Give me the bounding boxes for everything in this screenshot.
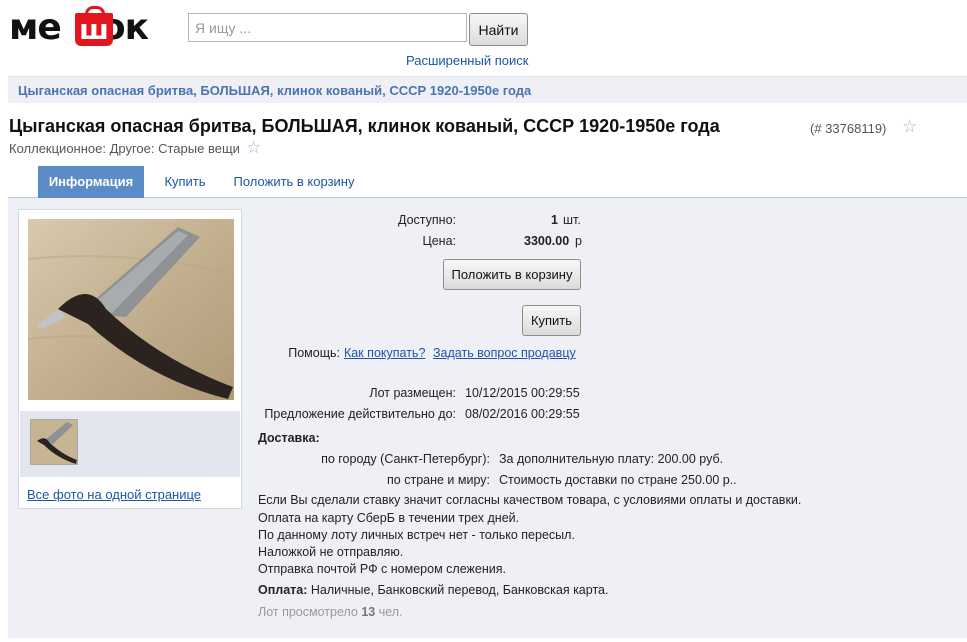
tab-add-to-cart[interactable]: Положить в корзину — [226, 166, 362, 198]
add-to-cart-button[interactable]: Положить в корзину — [443, 259, 581, 290]
product-photo[interactable] — [28, 219, 234, 400]
help-label: Помощь: — [288, 346, 340, 360]
view-counter: Лот просмотрело 13 чел. — [258, 605, 403, 619]
delivery-country-label: по стране и миру: — [387, 473, 490, 487]
delivery-note: Наложкой не отправляю. — [258, 545, 404, 559]
lot-number: (# 33768119) — [810, 121, 887, 136]
available-value: 1 — [551, 213, 558, 227]
advanced-search-link[interactable]: Расширенный поиск — [406, 53, 528, 68]
delivery-note: Отправка почтой РФ с номером слежения. — [258, 562, 506, 576]
category-path: Коллекционное: Другое: Старые вещи — [9, 141, 240, 156]
posted-label: Лот размещен: — [369, 386, 456, 400]
delivery-country-value: Стоимость доставки по стране 250.00 р.. — [499, 473, 737, 487]
site-logo[interactable]: ме ок ш — [9, 6, 174, 48]
how-to-buy-link[interactable]: Как покупать? — [344, 346, 425, 360]
price-label: Цена: — [422, 234, 456, 248]
category-star-icon[interactable]: ☆ — [246, 139, 261, 156]
tab-information[interactable]: Информация — [38, 166, 144, 198]
favorite-star-icon[interactable]: ☆ — [902, 118, 917, 135]
thumbnail-strip — [20, 411, 240, 477]
tab-bar: Информация Купить Положить в корзину — [8, 166, 967, 198]
photo-panel: Все фото на одной странице — [18, 209, 242, 509]
view-suffix: чел. — [378, 605, 403, 619]
ask-seller-link[interactable]: Задать вопрос продавцу — [433, 346, 576, 360]
price-value: 3300.00 — [524, 234, 570, 248]
payment-value: Наличные, Банковский перевод, Банковская… — [310, 583, 609, 597]
breadcrumb-link[interactable]: Цыганская опасная бритва, БОЛЬШАЯ, клино… — [18, 83, 531, 98]
price-unit: р — [575, 234, 582, 248]
available-unit: шт. — [563, 213, 581, 227]
delivery-city-value: За дополнительную плату: 200.00 руб. — [499, 452, 724, 466]
view-count: 13 — [361, 605, 376, 619]
delivery-note: Оплата на карту СберБ в течении трех дне… — [258, 511, 520, 525]
payment-label: Оплата: — [258, 583, 308, 597]
view-prefix: Лот просмотрело — [258, 605, 358, 619]
payment-info: Оплата: Наличные, Банковский перевод, Ба… — [258, 583, 608, 597]
shopping-bag-icon: ш — [75, 6, 113, 46]
all-photos-link[interactable]: Все фото на одной странице — [27, 487, 201, 502]
available-label: Доступно: — [397, 213, 456, 227]
page-title: Цыганская опасная бритва, БОЛЬШАЯ, клино… — [9, 116, 720, 136]
thumbnail[interactable] — [30, 419, 78, 465]
delivery-heading: Доставка: — [258, 431, 320, 445]
delivery-city-label: по городу (Санкт-Петербург): — [321, 452, 490, 466]
delivery-note: По данному лоту личных встреч нет - толь… — [258, 528, 575, 542]
tab-buy[interactable]: Купить — [154, 166, 216, 198]
valid-until-label: Предложение действительно до: — [264, 407, 456, 421]
delivery-note: Если Вы сделали ставку значит согласны к… — [258, 493, 802, 507]
buy-button[interactable]: Купить — [522, 305, 581, 336]
breadcrumb: Цыганская опасная бритва, БОЛЬШАЯ, клино… — [8, 76, 967, 103]
search-button[interactable]: Найти — [469, 13, 528, 46]
search-input[interactable] — [188, 13, 467, 42]
posted-value: 10/12/2015 00:29:55 — [465, 386, 580, 400]
valid-until-value: 08/02/2016 00:29:55 — [465, 407, 580, 421]
